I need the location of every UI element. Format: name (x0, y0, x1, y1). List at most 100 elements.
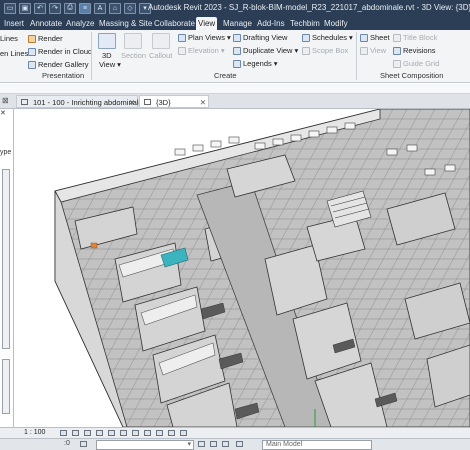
window-title: Autodesk Revit 2023 - SJ_R-blok-BIM-mode… (148, 3, 470, 12)
properties-palette: ✕ ype (0, 109, 14, 427)
section-icon[interactable] (124, 33, 142, 49)
visual-style-icon[interactable] (72, 430, 79, 436)
workset-dropdown[interactable]: ▾ (96, 440, 194, 450)
sun-path-icon[interactable] (84, 430, 91, 436)
tab-manage[interactable]: Manage (221, 17, 254, 30)
tab-collaborate[interactable]: Collaborate (152, 17, 197, 30)
elevation-button[interactable]: Elevation ▾ (178, 46, 225, 55)
legends-label: Legends (243, 59, 272, 68)
pin-icon[interactable]: ⊠ (2, 96, 9, 105)
sheet-composition-panel-label: Sheet Composition (380, 71, 444, 80)
temp-hide-icon[interactable] (156, 430, 163, 436)
title-block-icon (393, 33, 401, 42)
close-icon[interactable]: ✕ (200, 96, 206, 109)
design-options-icon[interactable] (210, 441, 217, 447)
gallery-icon (28, 60, 36, 69)
title-block-button[interactable]: Title Block (393, 33, 437, 42)
print-icon[interactable]: ⎙ (64, 2, 76, 14)
tab-massing-site[interactable]: Massing & Site (97, 17, 154, 30)
schedules-icon (302, 33, 310, 42)
view-button[interactable]: View (360, 46, 386, 55)
thin-lines-button[interactable]: Lines (0, 34, 18, 43)
guide-grid-icon (393, 59, 401, 68)
schedules-button[interactable]: Schedules ▾ (302, 33, 353, 42)
text-icon[interactable]: A (94, 2, 106, 14)
tab-analyze[interactable]: Analyze (64, 17, 96, 30)
filter-icon[interactable] (222, 441, 229, 447)
analytical-icon[interactable] (180, 430, 187, 436)
status-bar: :0 ▾ Main Model (0, 438, 470, 450)
open-icon[interactable]: ▭ (4, 2, 16, 14)
doc-tab-3d[interactable]: {3D} ✕ (139, 95, 209, 108)
render-gallery-button[interactable]: Render Gallery (28, 60, 88, 69)
reveal-hidden-icon[interactable] (168, 430, 175, 436)
doc-tab-floor-plan[interactable]: 101 - 100 - Inrichting abdominale ✕ (16, 95, 143, 109)
building-model-drawing (54, 109, 470, 427)
design-option-dropdown[interactable]: Main Model (262, 440, 372, 450)
palette-scrollbar[interactable] (2, 169, 10, 349)
view3d-label-2[interactable]: View ▾ (99, 60, 121, 69)
tab-add-ins[interactable]: Add-Ins (255, 17, 287, 30)
detail-level-icon[interactable] (60, 430, 67, 436)
show-crop-icon[interactable] (132, 430, 139, 436)
view3d-tab-icon (144, 99, 151, 105)
tab-insert[interactable]: Insert (2, 17, 26, 30)
show-hidden-lines-button[interactable]: en Lines (0, 49, 28, 58)
section-quick-icon[interactable]: ◇ (124, 2, 136, 14)
revisions-button[interactable]: Revisions (393, 46, 436, 55)
shadows-icon[interactable] (96, 430, 103, 436)
scope-box-button[interactable]: Scope Box (302, 46, 348, 55)
tab-modify[interactable]: Modify (322, 17, 350, 30)
panel-divider (91, 32, 92, 80)
revisions-icon (393, 46, 401, 55)
tab-techbim[interactable]: Techbim (288, 17, 322, 30)
doc-tab-label: 101 - 100 - Inrichting abdominale (33, 98, 143, 107)
close-icon[interactable]: ✕ (129, 96, 135, 109)
duplicate-view-button[interactable]: Duplicate View ▾ (233, 46, 298, 55)
workset-icon[interactable] (80, 441, 87, 447)
view3d-label-1: 3D (102, 51, 112, 60)
drafting-view-button[interactable]: Drafting View (233, 33, 287, 42)
3d-viewport[interactable] (15, 109, 470, 427)
callout-label[interactable]: Callout (149, 51, 172, 60)
view3d-icon[interactable] (98, 33, 116, 49)
lock-view-icon[interactable] (144, 430, 151, 436)
view3d-quick-icon[interactable]: ⌂ (109, 2, 121, 14)
elevation-icon (178, 46, 186, 55)
place-view-icon (360, 46, 368, 55)
save-icon[interactable]: ▣ (19, 2, 31, 14)
crop-view-icon[interactable] (120, 430, 127, 436)
render-dialog-icon[interactable] (108, 430, 115, 436)
callout-icon[interactable] (152, 33, 170, 49)
render-gallery-label: Render Gallery (38, 60, 89, 69)
elevation-label: Elevation (188, 46, 219, 55)
doc-tab-label: {3D} (156, 98, 171, 107)
redo-icon[interactable]: ↷ (49, 2, 61, 14)
undo-icon[interactable]: ↶ (34, 2, 46, 14)
tab-view[interactable]: View (196, 17, 218, 30)
exclude-options-icon[interactable] (236, 441, 243, 447)
drafting-view-label: Drafting View (243, 33, 288, 42)
section-label[interactable]: Section (121, 51, 146, 60)
scope-box-icon (302, 46, 310, 55)
duplicate-view-icon (233, 46, 241, 55)
legends-button[interactable]: Legends ▾ (233, 59, 278, 68)
design-option-value: Main Model (266, 441, 303, 448)
render-in-cloud-button[interactable]: Render in Cloud (28, 47, 92, 56)
ribbon-panel: Lines en Lines Render Render in Cloud Re… (0, 30, 470, 83)
plan-views-button[interactable]: Plan Views ▾ (178, 33, 231, 42)
title-block-label: Title Block (403, 33, 438, 42)
ribbon-tabs: Insert Annotate Analyze Massing & Site C… (0, 17, 470, 30)
render-cloud-label: Render in Cloud (38, 47, 93, 56)
palette-scrollbar-lower[interactable] (2, 359, 10, 414)
measure-icon[interactable]: ≡ (79, 2, 91, 14)
floor-plan-icon (21, 99, 28, 105)
render-button[interactable]: Render (28, 34, 63, 43)
guide-grid-button[interactable]: Guide Grid (393, 59, 439, 68)
sheet-button[interactable]: Sheet (360, 33, 390, 42)
schedules-label: Schedules (312, 33, 348, 42)
scale-label[interactable]: 1 : 100 (24, 429, 45, 436)
tab-annotate[interactable]: Annotate (28, 17, 64, 30)
palette-close-icon[interactable]: ✕ (0, 109, 6, 117)
editable-only-icon[interactable] (198, 441, 205, 447)
